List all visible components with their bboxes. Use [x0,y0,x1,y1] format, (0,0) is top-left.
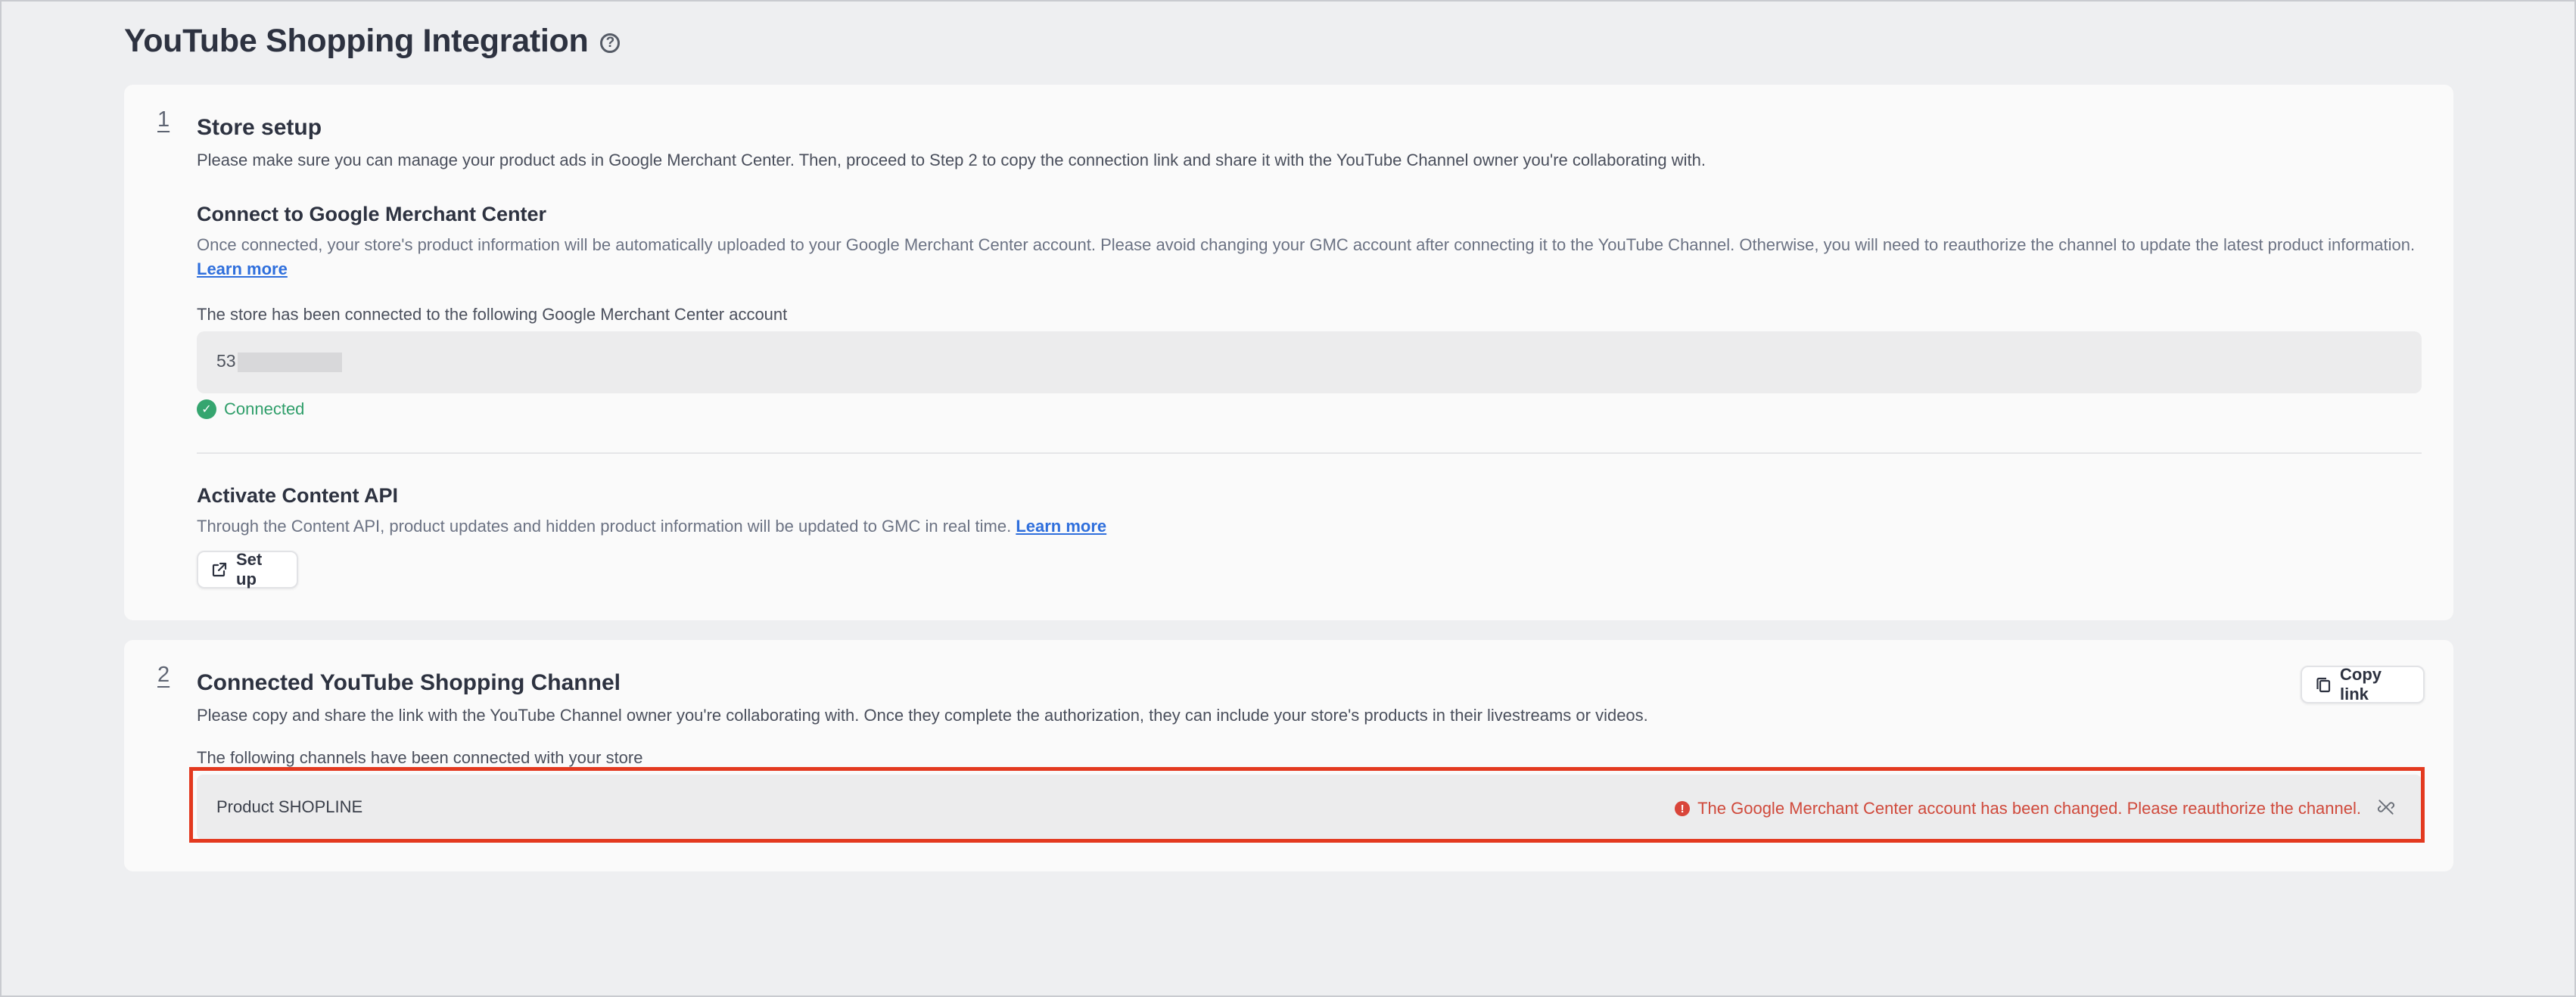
store-setup-title: Store setup [197,115,322,140]
help-icon[interactable]: ? [600,33,621,53]
gmc-account-id: 53 [216,351,236,371]
copy-icon [2314,676,2332,694]
external-link-icon [210,561,229,579]
store-setup-description: Please make sure you can manage your pro… [197,151,1706,169]
connected-channel-card: 2 Connected YouTube Shopping Channel Ple… [124,640,2453,871]
gmc-learn-more-link[interactable]: Learn more [197,259,288,278]
connected-channel-description: Please copy and share the link with the … [197,706,1648,725]
channel-row: Product SHOPLINE ! The Google Merchant C… [197,775,2422,840]
channel-name: Product SHOPLINE [216,797,363,816]
step-number: 2 [157,663,170,687]
channels-list-label: The following channels have been connect… [197,748,643,767]
setup-button[interactable]: Set up [197,550,298,589]
gmc-title: Connect to Google Merchant Center [197,203,547,225]
channel-error-message: ! The Google Merchant Center account has… [1675,799,2361,818]
content-api-description-text: Through the Content API, product updates… [197,517,1012,536]
content-api-learn-more-link[interactable]: Learn more [1016,517,1106,536]
copy-link-button[interactable]: Copy link [2301,665,2425,703]
redacted-account-digits [238,353,342,372]
setup-button-label: Set up [236,550,263,589]
step-number: 1 [157,107,170,132]
channel-error-text: The Google Merchant Center account has b… [1697,799,2361,818]
gmc-connected-label: The store has been connected to the foll… [197,305,788,324]
page-header: YouTube Shopping Integration ? [124,23,621,60]
content-api-title: Activate Content API [197,484,399,507]
error-icon: ! [1675,801,1691,816]
page-title: YouTube Shopping Integration [124,23,589,59]
connection-status: ✓ Connected [197,399,304,419]
gmc-description: Once connected, your store's product inf… [197,233,2437,281]
unlink-icon[interactable] [2376,797,2396,817]
copy-link-label: Copy link [2340,665,2382,703]
content-api-description: Through the Content API, product updates… [197,514,1106,539]
gmc-account-field: 53 [197,331,2422,393]
connected-channel-title: Connected YouTube Shopping Channel [197,670,621,695]
connection-status-text: Connected [224,399,305,418]
section-divider [197,452,2422,454]
check-circle-icon: ✓ [197,399,216,419]
gmc-description-text: Once connected, your store's product inf… [197,235,2416,254]
store-setup-card: 1 Store setup Please make sure you can m… [124,85,2453,620]
